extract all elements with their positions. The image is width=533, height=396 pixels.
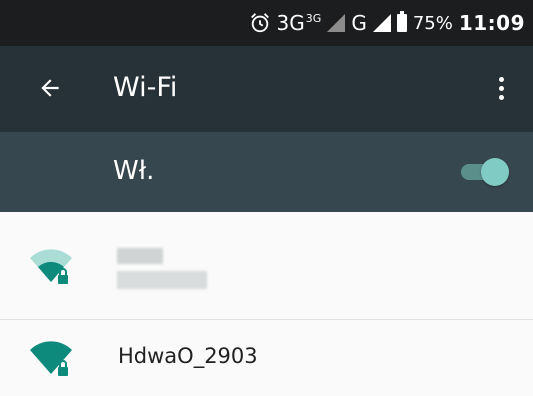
- wifi-master-switch-bar[interactable]: Wł.: [0, 132, 533, 212]
- network-status-obscured: [117, 271, 207, 289]
- network-list: HdwaO_2903: [0, 212, 533, 396]
- network-item[interactable]: [0, 212, 533, 320]
- toggle-thumb: [481, 158, 509, 186]
- status-bar: 3G3G G 75% 11:09: [0, 0, 533, 46]
- arrow-left-icon: [41, 79, 59, 97]
- status-bar-icons: 3G3G G 75% 11:09: [249, 0, 525, 46]
- wifi-toggle[interactable]: [459, 152, 509, 192]
- wifi-signal-locked-icon: [30, 249, 72, 284]
- more-vert-icon-dot: [498, 85, 504, 91]
- network-ssid: HdwaO_2903: [118, 344, 258, 368]
- more-vert-icon-dot: [498, 94, 504, 100]
- signal-icon-sim2: [372, 14, 391, 32]
- network-name-obscured: [117, 248, 163, 264]
- switch-label: Wł.: [113, 156, 155, 186]
- clock: 11:09: [458, 11, 525, 35]
- back-button[interactable]: [30, 68, 70, 108]
- network-type-3g: 3G3G: [276, 11, 322, 35]
- wifi-settings-screen: 3G3G G 75% 11:09 Wi-Fi Wł. HdwaO_2903: [0, 0, 533, 396]
- toolbar: Wi-Fi: [0, 46, 533, 132]
- more-options-button[interactable]: [481, 68, 521, 108]
- network-type-3g-small: 3G: [305, 12, 322, 26]
- network-type-g: G: [351, 11, 367, 35]
- more-vert-icon: [498, 76, 504, 82]
- wifi-signal-locked-icon: [30, 341, 72, 376]
- signal-icon-sim1: [327, 14, 346, 32]
- alarm-icon: [250, 13, 269, 33]
- battery-icon: [396, 11, 407, 32]
- network-item[interactable]: HdwaO_2903: [0, 320, 533, 396]
- battery-percent: 75%: [412, 12, 453, 34]
- page-title: Wi-Fi: [113, 72, 178, 103]
